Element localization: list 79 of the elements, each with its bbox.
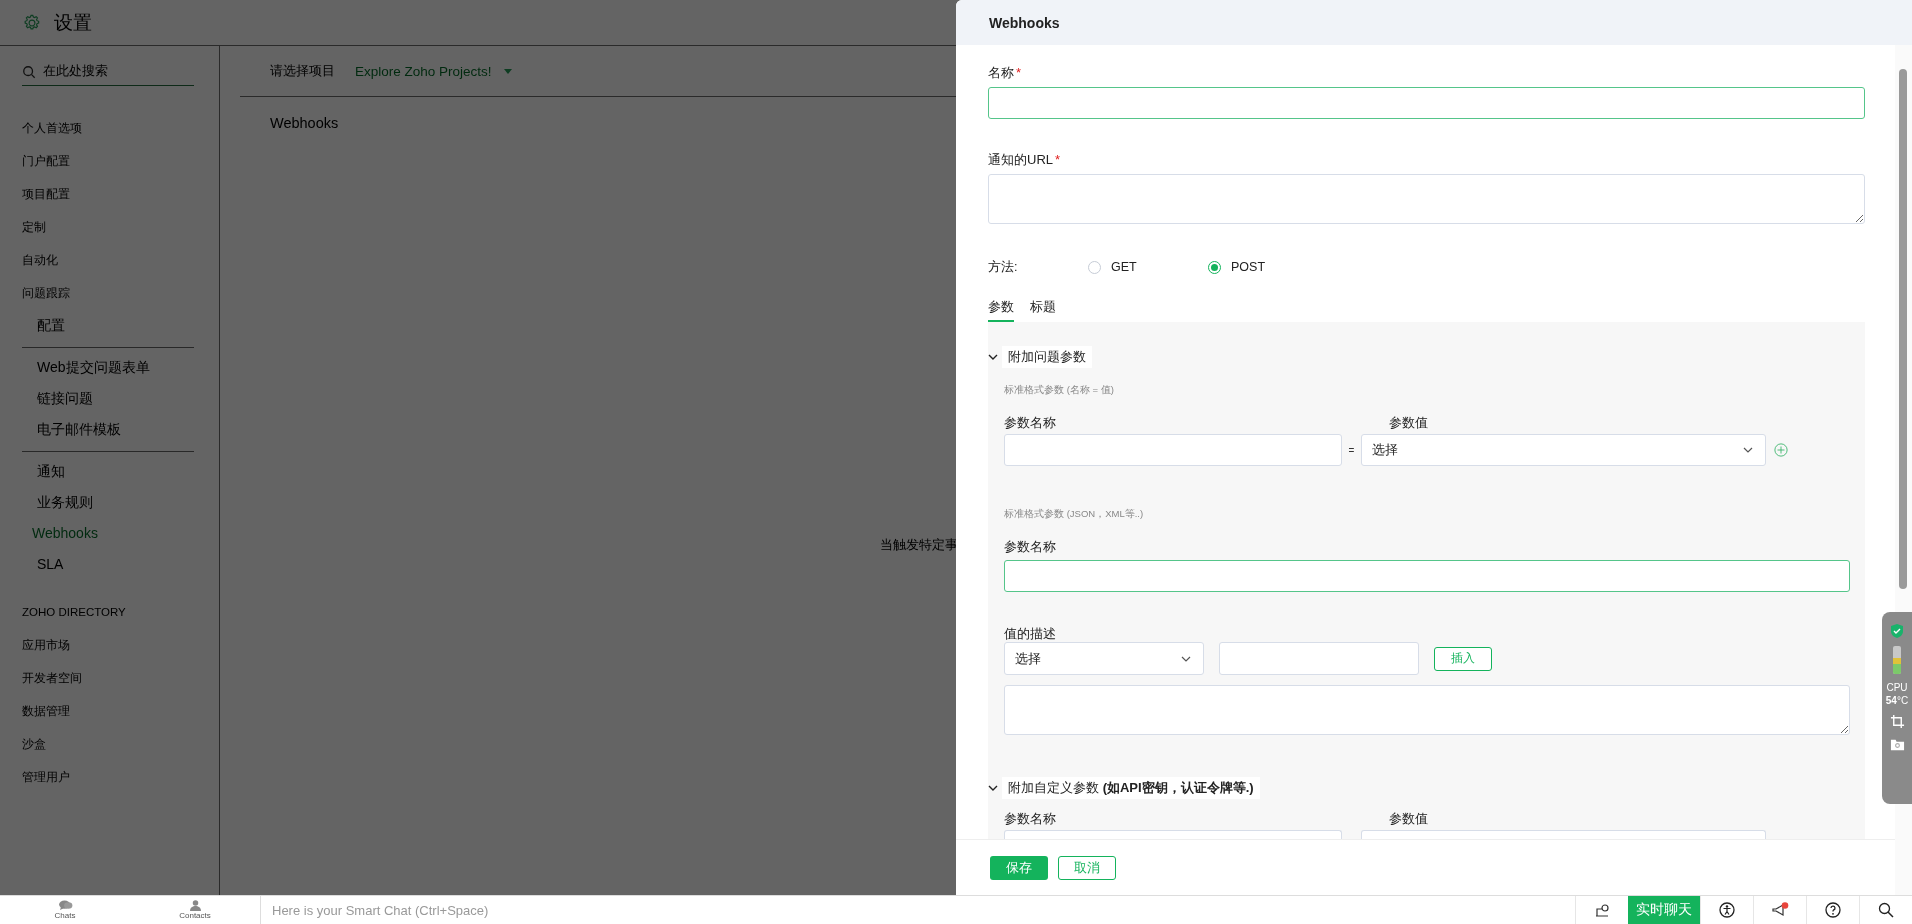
sidebar-item[interactable]: 管理用户 (22, 761, 219, 794)
help-icon (1825, 902, 1841, 918)
accessibility-icon (1719, 902, 1735, 918)
field-label: 参数值 (1389, 415, 1428, 429)
sidebar-item[interactable]: 个人首选项 (22, 112, 219, 145)
settings-icon (22, 12, 42, 33)
sidebar-item[interactable]: 沙盒 (22, 728, 219, 761)
temperature-meter-icon (1893, 646, 1901, 674)
field-label: 参数名称 (1004, 539, 1057, 555)
value-dropdown[interactable]: 选择 (1004, 642, 1204, 675)
tab[interactable]: 标题 (1030, 298, 1056, 322)
hint-text: 标准格式参数 (名称 = 值) (1004, 384, 1115, 397)
value-dropdown[interactable]: 选择 (1361, 434, 1766, 466)
sidebar-subitem[interactable]: 电子邮件模板 (22, 414, 194, 445)
param-name-input[interactable] (1004, 434, 1342, 466)
cpu-label: CPU (1886, 682, 1908, 693)
equals-sign: = (1347, 444, 1356, 456)
sidebar-heading: ZOHO DIRECTORY (22, 605, 127, 620)
sidebar-item[interactable]: 门户配置 (22, 145, 219, 178)
text-input[interactable] (1219, 642, 1419, 675)
caret-icon (503, 68, 512, 74)
sidebar-item[interactable]: 项目配置 (22, 178, 219, 211)
chevron-icon[interactable] (988, 785, 998, 791)
value-textarea[interactable] (1004, 685, 1850, 735)
project-dropdown[interactable]: Explore Zoho Projects! (355, 63, 512, 79)
search-icon (22, 65, 36, 79)
panel-title: Webhooks (989, 14, 1060, 31)
sidebar-subitem[interactable]: SLA (22, 549, 194, 580)
shield-icon (1891, 624, 1903, 638)
chevron-icon (1743, 447, 1753, 453)
field-label: 名称* (988, 64, 1023, 82)
field-label: 参数名称 (1004, 415, 1057, 429)
folder-search-icon[interactable] (1889, 737, 1905, 752)
radio-option[interactable]: POST (1208, 260, 1328, 274)
chevron-icon[interactable] (988, 354, 998, 360)
project-label: 请选择项目 (270, 62, 335, 80)
hint-text: 标准格式参数 (JSON，XML等..) (1004, 508, 1145, 521)
section-title: 附加问题参数 (1002, 346, 1092, 368)
field-label: 参数名称 (1004, 811, 1057, 825)
scrollbar-thumb[interactable] (1899, 69, 1907, 589)
cancel-button[interactable]: 取消 (1058, 855, 1116, 880)
method-label: 方法: (988, 258, 1019, 276)
sidebar-item[interactable]: 开发者空间 (22, 662, 219, 695)
add-icon[interactable] (1774, 443, 1788, 457)
save-button[interactable]: 保存 (990, 855, 1048, 880)
sidebar-item[interactable]: 自动化 (22, 244, 219, 277)
live-chat-button[interactable]: 实时聊天 (1628, 896, 1700, 924)
chevron-icon (1181, 655, 1191, 662)
section-heading: Webhooks (269, 115, 340, 131)
chat-tab[interactable]: Chats (0, 896, 130, 924)
page-title: 设置 (54, 10, 92, 35)
sidebar-subitem[interactable]: 链接问题 (22, 383, 194, 414)
sidebar-subitem[interactable]: 业务规则 (22, 487, 194, 518)
chat-tab[interactable]: Contacts (130, 896, 260, 924)
section-title: 附加自定义参数 (如API密钥，认证令牌等.) (1002, 777, 1260, 799)
url-textarea[interactable] (988, 174, 1865, 224)
sidebar-item[interactable]: 数据管理 (22, 695, 219, 728)
field-label: 通知的URL* (988, 151, 1062, 169)
param-name-input[interactable] (1004, 560, 1850, 592)
sidebar-subitem[interactable]: 通知 (22, 456, 194, 487)
sidebar-subitem[interactable]: Web提交问题表单 (22, 352, 194, 383)
smart-chat-input[interactable]: Here is your Smart Chat (Ctrl+Space) (261, 901, 1074, 919)
chat-bubbles-icon (57, 900, 73, 911)
search-field[interactable]: 在此处搜索 (22, 56, 194, 86)
name-input[interactable] (988, 87, 1865, 119)
search-icon (1878, 902, 1894, 918)
crop-icon[interactable] (1889, 714, 1905, 729)
sidebar-item[interactable]: 应用市场 (22, 629, 219, 662)
empty-message: 当触发特定事 (880, 536, 958, 554)
person-icon (188, 900, 202, 911)
sidebar-subitem[interactable]: 配置 (22, 310, 194, 341)
field-label: 值的描述 (1004, 626, 1057, 642)
temperature-reading: 54°C (1885, 695, 1909, 706)
sidebar-subitem[interactable]: Webhooks (22, 518, 194, 549)
sidebar-item[interactable]: 定制 (22, 211, 219, 244)
field-label: 参数值 (1389, 811, 1428, 825)
sidebar-item[interactable]: 问题跟踪 (22, 277, 219, 310)
radio-option[interactable]: GET (1088, 260, 1208, 274)
insert-button[interactable]: 插入 (1434, 646, 1492, 671)
